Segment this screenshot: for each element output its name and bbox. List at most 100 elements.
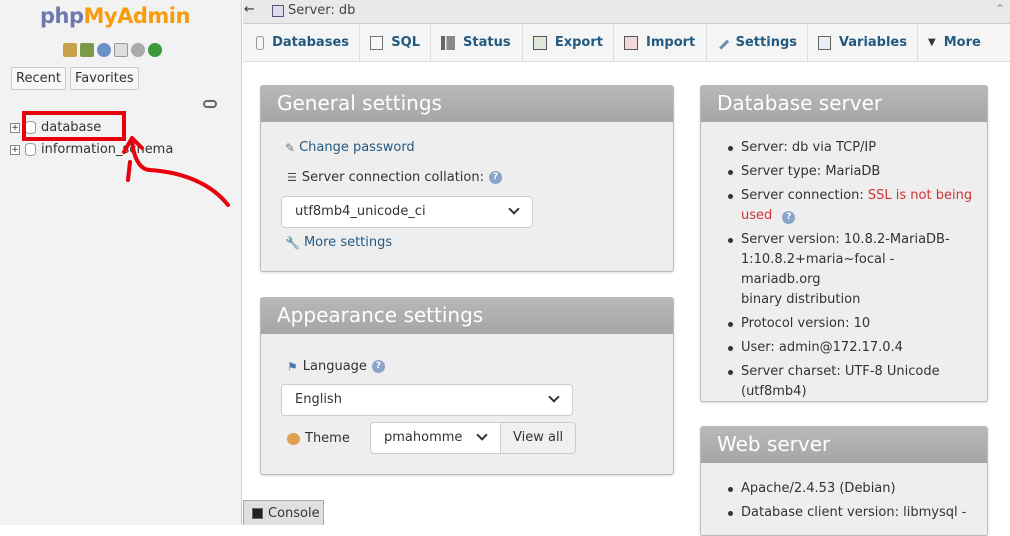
tab-sql[interactable]: SQL: [360, 24, 431, 61]
collapse-sidebar-icon[interactable]: ←: [244, 2, 255, 17]
breadcrumb[interactable]: Server: db: [272, 3, 355, 18]
chevron-down-icon: [508, 203, 520, 215]
help-icon[interactable]: [97, 43, 111, 57]
language-select[interactable]: English: [281, 384, 573, 416]
list-item: Server connection: SSL is not being used…: [725, 186, 975, 226]
docs-icon[interactable]: [114, 43, 128, 57]
link-label: Change password: [299, 140, 415, 155]
tab-databases[interactable]: Databases: [246, 24, 360, 61]
list-item: Database client version: libmysql -: [725, 503, 985, 523]
breadcrumb-server[interactable]: Server: db: [288, 3, 355, 18]
database-server-info: Server: db via TCP/IP Server type: Maria…: [725, 138, 975, 406]
favorites-tab[interactable]: Favorites: [69, 67, 139, 90]
theme-label: Theme: [287, 431, 350, 446]
console-toggle[interactable]: Console: [243, 500, 324, 525]
language-icon: ⚑: [287, 359, 298, 374]
list-item: Apache/2.4.53 (Debian): [725, 479, 985, 499]
connection-label: Server connection:: [741, 188, 868, 203]
list-item: User: admin@172.17.0.4: [725, 338, 975, 358]
more-settings-link[interactable]: 🔧 More settings: [285, 235, 392, 250]
sidebar-tabs: Recent Favorites: [11, 67, 139, 90]
status-chart-icon: [441, 35, 455, 50]
home-icon[interactable]: [63, 43, 77, 57]
sql-icon: [370, 35, 384, 50]
caret-down-icon: ▼: [928, 37, 936, 48]
help-icon[interactable]: ?: [371, 360, 385, 373]
version-line-2: 1:10.8.2+maria~focal - mariadb.org: [741, 252, 895, 287]
collation-label: ☰ Server connection collation: ?: [287, 170, 502, 185]
chevron-down-icon: [476, 429, 488, 441]
recent-tab[interactable]: Recent: [11, 67, 66, 90]
label-text: Server connection collation:: [301, 170, 484, 185]
collation-select[interactable]: utf8mb4_unicode_ci: [281, 196, 533, 228]
link-chain-icon[interactable]: [203, 100, 217, 108]
theme-select[interactable]: pmahomme: [370, 422, 501, 454]
tab-label: Import: [646, 35, 696, 50]
wrench-icon: 🔧: [285, 235, 300, 250]
list-icon: ☰: [287, 171, 297, 184]
ssl-warning: SSL is not being: [867, 188, 973, 203]
view-all-themes-button[interactable]: View all: [500, 422, 577, 454]
tab-label: Variables: [838, 35, 907, 50]
tab-label: More: [943, 35, 981, 50]
annotation-red-box: [22, 111, 126, 141]
charset-line-1: Server charset: UTF-8 Unicode: [741, 364, 940, 379]
console-label: Console: [268, 505, 320, 521]
list-item: Protocol version: 10: [725, 314, 975, 334]
logo-myadmin: MyAdmin: [83, 4, 191, 28]
general-settings-panel: General settings ✎ Change password ☰ Ser…: [260, 85, 674, 272]
list-item: Server version: 10.8.2-MariaDB- 1:10.8.2…: [725, 230, 975, 310]
export-icon: [533, 35, 547, 50]
tab-variables[interactable]: Variables: [808, 24, 918, 61]
panel-title: Appearance settings: [261, 298, 673, 334]
select-value: utf8mb4_unicode_ci: [295, 204, 426, 219]
help-icon[interactable]: ?: [782, 211, 796, 224]
server-icon: [272, 4, 284, 17]
tab-settings[interactable]: Settings: [707, 24, 808, 61]
main-menu: Databases SQL Status Export Import Setti…: [243, 24, 1010, 62]
charset-line-2: (utf8mb4): [741, 384, 807, 399]
label-text: Language: [302, 359, 367, 374]
navigation-sidebar: phpMyAdmin Recent Favorites + database +…: [0, 0, 242, 525]
database-server-panel: Database server Server: db via TCP/IP Se…: [700, 85, 988, 402]
logo-php: php: [40, 4, 84, 28]
tab-status[interactable]: Status: [431, 24, 523, 61]
logout-icon[interactable]: [80, 43, 94, 57]
help-icon[interactable]: ?: [488, 171, 502, 184]
list-item: Server type: MariaDB: [725, 162, 975, 182]
ssl-warning-cont: used: [741, 208, 773, 223]
appearance-settings-panel: Appearance settings ⚑ Language ? English…: [260, 297, 674, 475]
label-text: Theme: [305, 431, 350, 446]
variables-icon: [818, 35, 831, 50]
console-icon: [252, 507, 263, 519]
reload-icon[interactable]: [148, 43, 162, 57]
expand-icon[interactable]: +: [10, 144, 20, 155]
gear-icon[interactable]: [131, 43, 145, 57]
phpmyadmin-logo[interactable]: phpMyAdmin: [40, 4, 190, 28]
language-label: ⚑ Language ?: [287, 359, 385, 374]
tab-label: Status: [463, 35, 511, 50]
panel-title: General settings: [261, 86, 673, 122]
scroll-top-icon[interactable]: ⌃: [995, 2, 1005, 16]
tab-label: Databases: [272, 35, 349, 50]
list-item: Server charset: UTF-8 Unicode (utf8mb4): [725, 362, 975, 402]
chevron-down-icon: [548, 391, 560, 403]
expand-icon[interactable]: +: [10, 122, 20, 133]
annotation-red-arrow: [122, 136, 230, 207]
key-icon: ✎: [285, 140, 296, 155]
tab-more[interactable]: ▼ More: [918, 24, 999, 61]
select-value: English: [295, 392, 342, 407]
change-password-link[interactable]: ✎ Change password: [285, 140, 415, 155]
list-item: Server: db via TCP/IP: [725, 138, 975, 158]
tab-export[interactable]: Export: [523, 24, 614, 61]
tab-import[interactable]: Import: [614, 24, 707, 61]
database-icon: [256, 35, 265, 50]
tab-label: SQL: [391, 35, 420, 50]
web-server-panel: Web server Apache/2.4.53 (Debian) Databa…: [700, 426, 988, 536]
wrench-icon: [715, 35, 729, 50]
top-breadcrumb-bar: ← Server: db ⌃: [243, 0, 1010, 24]
web-server-info: Apache/2.4.53 (Debian) Database client v…: [725, 479, 985, 527]
main-content: ← Server: db ⌃ Databases SQL Status Expo…: [243, 0, 1010, 536]
link-label: More settings: [303, 235, 393, 250]
select-value: pmahomme: [384, 430, 463, 445]
